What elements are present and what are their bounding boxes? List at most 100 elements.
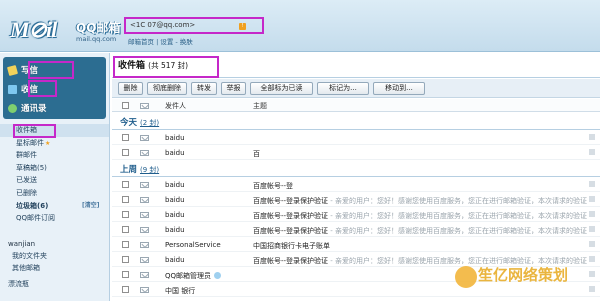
row-checkbox[interactable] <box>122 181 129 188</box>
mail-row[interactable]: baidu 百度帐号--登录保护验证 - 亲爱的用户：您好！感谢您使用百度服务，… <box>112 193 600 207</box>
contacts-label: 通讯录 <box>21 104 47 114</box>
folder-group-mail[interactable]: 群邮件 <box>0 149 109 162</box>
report-button[interactable]: 举报 <box>221 82 246 95</box>
envelope-icon <box>140 257 149 263</box>
folder-label: 星标邮件 <box>16 138 44 147</box>
sidebar: 写信 收信 通讯录 收件箱 星标邮件★ 群邮件 草稿箱(5) 已发送 已删除 垃… <box>0 53 110 301</box>
forward-button[interactable]: 转发 <box>191 82 217 95</box>
title-bar: 收件箱 (共 517 封) <box>112 53 600 78</box>
toolbar: 删除 彻底删除 转发 举报 全部标为已读 标记为... 移动到... <box>112 79 600 98</box>
row-end-marker <box>589 181 595 187</box>
row-checkbox[interactable] <box>122 149 129 156</box>
divider <box>112 176 600 177</box>
envelope-icon <box>140 287 149 293</box>
envelope-icon <box>140 197 149 203</box>
group-title-text: 上周 <box>120 165 138 175</box>
header: M⊘il QQ邮箱 mail.qq.com <1C 07@qq.com> ! 邮… <box>0 0 600 52</box>
folder-label: 草稿箱(5) <box>16 163 47 172</box>
row-subject: 中国招商银行卡电子账单 <box>253 241 589 251</box>
row-subject-text: 百度帐号--登录保护验证 <box>253 197 329 205</box>
folder-other-mailboxes[interactable]: 其他邮箱 <box>0 262 109 274</box>
folder-drafts[interactable]: 草稿箱(5) <box>0 162 109 175</box>
folder-spam[interactable]: 垃圾箱(6) [清空] <box>0 200 109 213</box>
select-all-checkbox[interactable] <box>122 102 129 109</box>
account-links[interactable]: 邮箱首页 | 设置 - 换肤 <box>128 36 193 46</box>
highlight-box-inbox <box>13 124 56 138</box>
mail-row[interactable]: baidu 百度帐号--登录保护验证 - 亲爱的用户：您好！感谢您使用百度服务，… <box>112 223 600 237</box>
contacts-icon <box>8 103 17 113</box>
page-title-text: 收件箱 <box>118 61 146 71</box>
row-checkbox[interactable] <box>122 241 129 248</box>
folder-my-folders[interactable]: 我的文件夹 <box>0 250 109 262</box>
row-sender: 中国 银行 <box>165 287 196 295</box>
row-end-marker <box>589 256 595 262</box>
folder-deleted[interactable]: 已删除 <box>0 187 109 200</box>
folder-subscriptions[interactable]: QQ邮件订阅 <box>0 212 109 225</box>
row-sender: QQ邮箱管理员 <box>165 271 222 281</box>
group-title: 上周 (9 封) <box>120 163 159 175</box>
mail-row[interactable]: baidu 百度帐号--登 <box>112 178 600 192</box>
row-sender: PersonalService <box>165 241 221 249</box>
row-subject-text: 百度帐号--登 <box>253 182 294 190</box>
row-end-marker <box>589 271 595 277</box>
row-checkbox[interactable] <box>122 226 129 233</box>
group-title: 今天 (2 封) <box>120 116 159 128</box>
account-info[interactable]: <1C 07@qq.com> ! <box>124 17 264 34</box>
mail-row[interactable]: baidu 百度帐号--登录保护验证 - 亲爱的用户：您好！感谢您使用百度服务，… <box>112 208 600 222</box>
row-subject: 百度帐号--登录保护验证 - 亲爱的用户：您好！感谢您使用百度服务，您正在进行邮… <box>253 226 589 236</box>
row-subject-text: 百度帐号--登录保护验证 <box>253 227 329 235</box>
row-preview: - 亲爱的用户：您好！感谢您使用百度服务，您正在进行邮箱验证，本次请求的验证 <box>328 212 588 220</box>
empty-spam-link[interactable]: [清空] <box>82 200 100 213</box>
row-checkbox[interactable] <box>122 286 129 293</box>
watermark-text: 笙亿网络策划 <box>478 266 569 284</box>
row-checkbox[interactable] <box>122 256 129 263</box>
mail-row[interactable]: PersonalService 中国招商银行卡电子账单 <box>112 238 600 252</box>
folder-sent[interactable]: 已发送 <box>0 174 109 187</box>
mail-row[interactable]: baidu <box>112 131 600 145</box>
notification-icon[interactable]: ! <box>239 23 246 30</box>
folder-starred[interactable]: 星标邮件★ <box>0 137 109 150</box>
row-checkbox[interactable] <box>122 134 129 141</box>
row-subject: 百度帐号--登录保护验证 - 亲爱的用户：您好！感谢您使用百度服务，您正在进行邮… <box>253 196 589 206</box>
envelope-icon <box>140 272 149 278</box>
row-subject: 百 <box>253 149 589 159</box>
sender-column[interactable]: 发件人 <box>165 101 186 111</box>
mail-row[interactable]: 中国 银行 <box>112 283 600 297</box>
group-count-link[interactable]: (2 封) <box>140 119 159 127</box>
folder-label: 垃圾箱(6) <box>16 201 49 210</box>
account-email: <1C 07@qq.com> <box>130 21 196 29</box>
row-preview: - 亲爱的用户：您好！感谢您使用百度服务，您正在进行邮箱验证，本次请求的验证 <box>328 227 588 235</box>
contacts-button[interactable]: 通讯录 <box>8 100 104 116</box>
permanent-delete-button[interactable]: 彻底删除 <box>147 82 187 95</box>
row-sender: baidu <box>165 226 185 234</box>
row-checkbox[interactable] <box>122 196 129 203</box>
drift-bottle-link[interactable]: 漂流瓶 <box>0 278 109 290</box>
envelope-icon <box>140 212 149 218</box>
row-sender: baidu <box>165 256 185 264</box>
row-end-marker <box>589 211 595 217</box>
mark-as-dropdown[interactable]: 标记为... <box>317 82 369 95</box>
row-end-marker <box>589 196 595 202</box>
mark-all-read-button[interactable]: 全部标为已读 <box>250 82 313 95</box>
other-folders: wanjian 我的文件夹 其他邮箱 漂流瓶 <box>0 238 109 290</box>
row-subject-text: 中国招商银行卡电子账单 <box>253 242 330 250</box>
row-checkbox[interactable] <box>122 271 129 278</box>
group-count-link[interactable]: (9 封) <box>140 166 159 174</box>
row-sender: baidu <box>165 181 185 189</box>
inbox-down-icon <box>8 84 17 94</box>
row-sender: baidu <box>165 149 185 157</box>
move-to-dropdown[interactable]: 移动到... <box>373 82 425 95</box>
mail-row[interactable]: baidu 百 <box>112 146 600 160</box>
folder-label: 群邮件 <box>16 151 37 160</box>
other-folders-header[interactable]: wanjian <box>0 238 109 250</box>
group-today: 今天 (2 封) <box>112 114 600 130</box>
pencil-icon <box>6 64 19 76</box>
envelope-icon <box>140 150 149 156</box>
row-sender: baidu <box>165 211 185 219</box>
envelope-icon <box>140 242 149 248</box>
delete-button[interactable]: 删除 <box>118 82 143 95</box>
row-checkbox[interactable] <box>122 211 129 218</box>
row-preview: - 亲爱的用户：您好！感谢您使用百度服务，您正在进行邮箱验证，本次请求的验证 <box>328 197 588 205</box>
subject-column[interactable]: 主题 <box>253 101 267 111</box>
row-sender-text: QQ邮箱管理员 <box>165 272 212 280</box>
